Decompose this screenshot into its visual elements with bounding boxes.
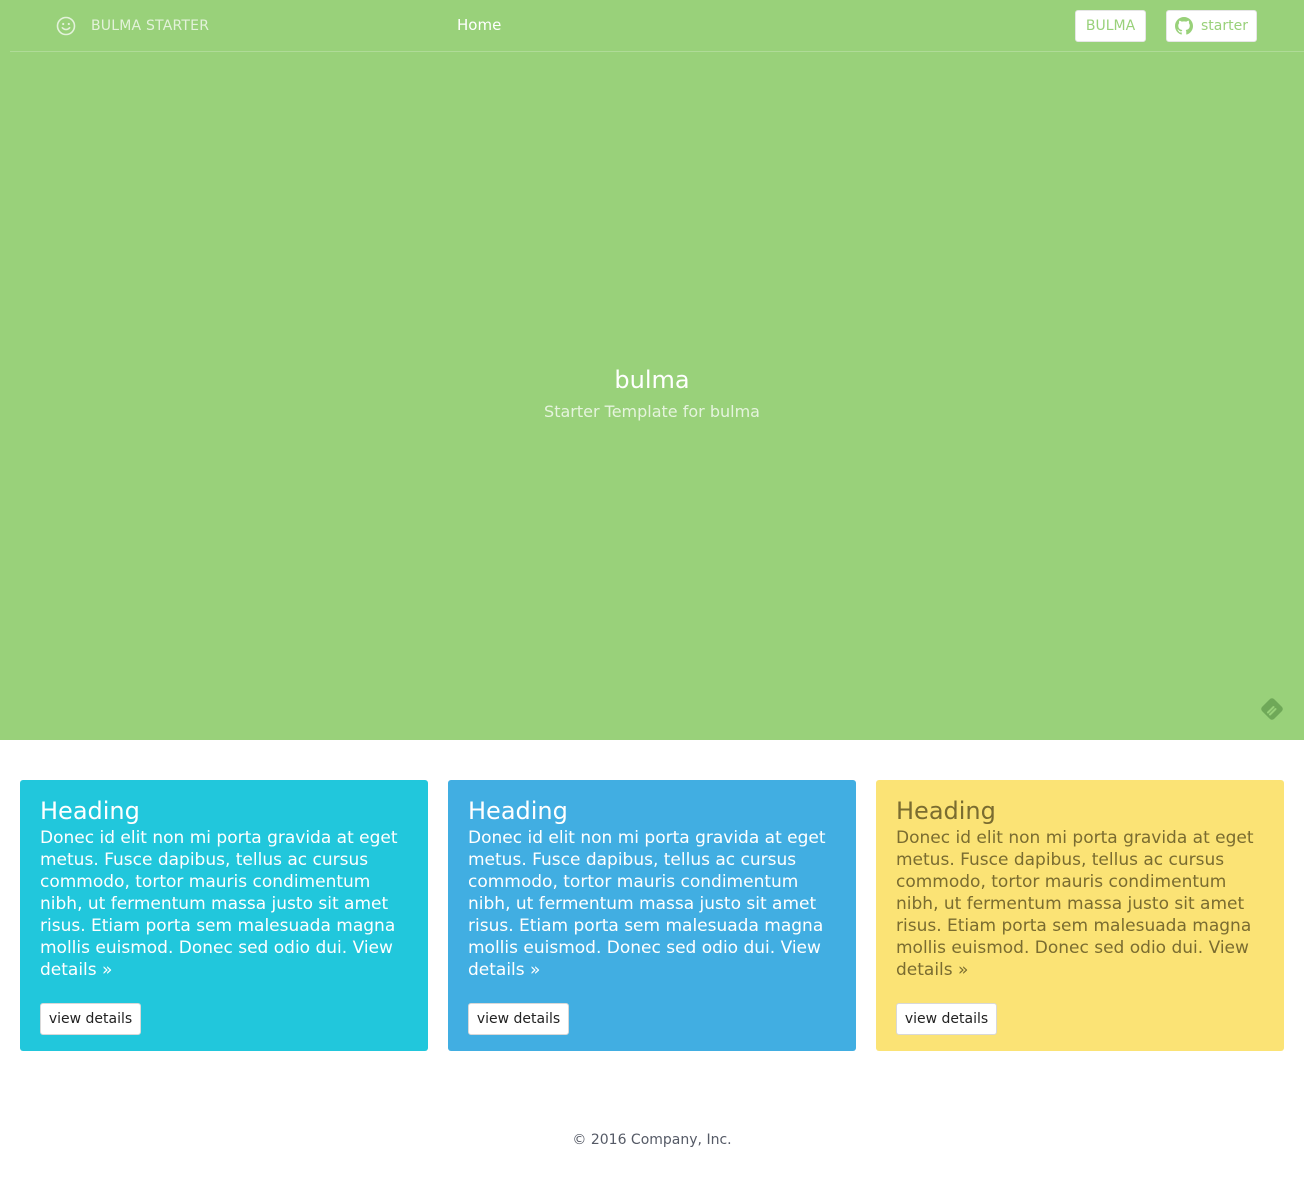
brand-label: BULMA STARTER xyxy=(91,18,210,34)
card-heading: Heading xyxy=(896,797,996,825)
nav-item-home[interactable]: Home xyxy=(457,16,501,34)
view-details-button[interactable]: view details xyxy=(896,1003,997,1035)
feature-card: Heading Donec id elit non mi porta gravi… xyxy=(448,780,856,1051)
starter-github-button[interactable]: starter xyxy=(1166,10,1257,42)
smiley-icon xyxy=(56,16,76,36)
hero-title: bulma xyxy=(614,366,690,394)
hero-subtitle: Starter Template for bulma xyxy=(544,402,760,421)
starter-button-label: starter xyxy=(1201,18,1248,34)
brand-link[interactable]: BULMA STARTER xyxy=(56,16,209,36)
feature-card: Heading Donec id elit non mi porta gravi… xyxy=(876,780,1284,1051)
github-icon xyxy=(1175,17,1193,35)
feature-cards: Heading Donec id elit non mi porta gravi… xyxy=(20,780,1284,1051)
footer-copyright: © 2016 Company, Inc. xyxy=(572,1132,732,1148)
bulma-button[interactable]: BULMA xyxy=(1075,10,1146,42)
top-navbar: BULMA STARTER Home BULMA starter xyxy=(10,0,1304,52)
feature-card: Heading Donec id elit non mi porta gravi… xyxy=(20,780,428,1051)
card-text: Donec id elit non mi porta gravida at eg… xyxy=(896,828,1254,980)
card-text: Donec id elit non mi porta gravida at eg… xyxy=(40,828,398,980)
view-details-button[interactable]: view details xyxy=(468,1003,569,1035)
hero-section: BULMA STARTER Home BULMA starter bulma S… xyxy=(0,0,1304,740)
card-heading: Heading xyxy=(468,797,568,825)
card-text: Donec id elit non mi porta gravida at eg… xyxy=(468,828,826,980)
feedly-icon[interactable] xyxy=(1259,696,1285,722)
view-details-button[interactable]: view details xyxy=(40,1003,141,1035)
card-heading: Heading xyxy=(40,797,140,825)
